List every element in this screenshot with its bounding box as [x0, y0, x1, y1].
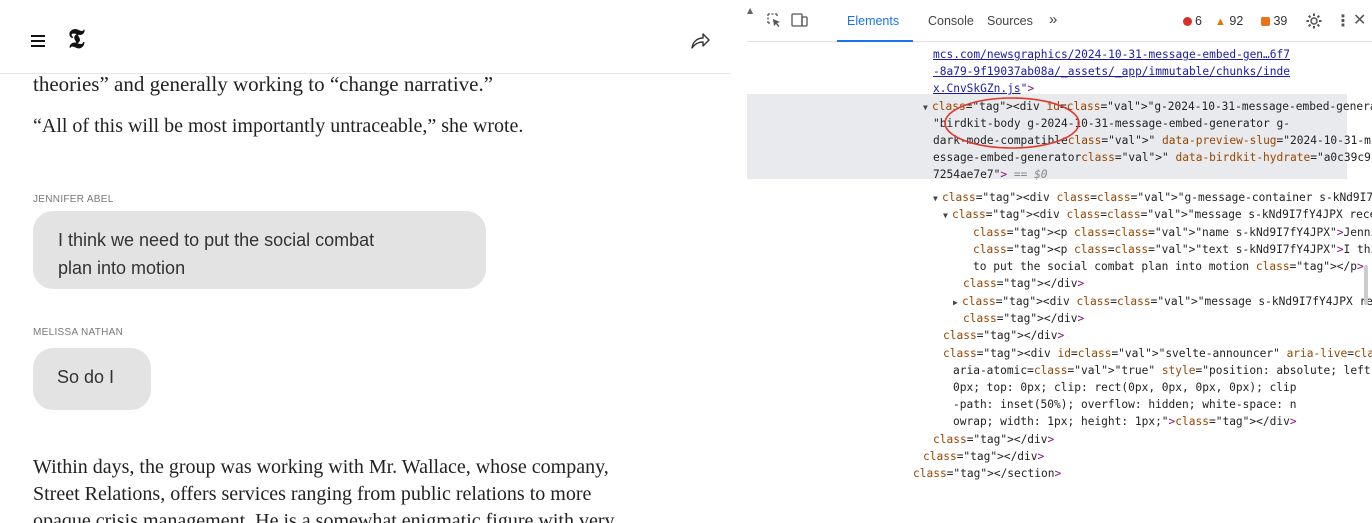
- dom-node-line[interactable]: ▼ class="tag"><div class=class="val">"mes…: [943, 206, 1372, 223]
- error-count-badge[interactable]: 6: [1183, 14, 1202, 28]
- error-count: 6: [1195, 14, 1202, 28]
- message-sender: MELISSA NATHAN: [33, 327, 124, 338]
- device-toolbar-icon[interactable]: [791, 12, 809, 28]
- tab-console[interactable]: Console: [928, 14, 974, 28]
- dom-node-line[interactable]: class="tag"></div>: [933, 431, 1054, 448]
- dom-node-line[interactable]: class="tag"><p class=class="val">"name s…: [973, 224, 1372, 241]
- message-bubble: I think we need to put the social combat…: [33, 211, 486, 289]
- dom-node-line[interactable]: class="tag"></section>: [913, 465, 1061, 482]
- issues-count-badge[interactable]: 39: [1261, 14, 1287, 28]
- article-header: 𝕿: [0, 0, 730, 74]
- message-text: So do I: [57, 367, 115, 387]
- dom-node-line[interactable]: -8a79-9f19037ab08a/_assets/_app/immutabl…: [933, 63, 1290, 80]
- tab-sources[interactable]: Sources: [987, 14, 1033, 28]
- message-bubble: So do I: [33, 348, 151, 410]
- dom-node-line[interactable]: to put the social combat plan into motio…: [973, 258, 1364, 275]
- collapse-triangle-icon: ▼: [923, 103, 928, 112]
- dom-node-line[interactable]: -path: inset(50%); overflow: hidden; whi…: [953, 396, 1297, 413]
- warning-count-badge[interactable]: ▲ 92: [1215, 14, 1243, 28]
- dom-node-line[interactable]: ▼ class="tag"><div class=class="val">"g-m…: [933, 189, 1372, 206]
- inspect-element-icon[interactable]: [766, 12, 782, 28]
- warning-count: 92: [1229, 14, 1244, 28]
- scrollbar[interactable]: [1364, 265, 1368, 305]
- dom-node-line[interactable]: ▶ class="tag"><div class=class="val">"mes…: [953, 293, 1372, 310]
- dom-node-line[interactable]: class="tag"></div>: [963, 310, 1084, 327]
- collapse-triangle-icon: ▼: [933, 194, 938, 203]
- expand-triangle-icon: ▶: [953, 298, 958, 307]
- dom-node-line[interactable]: class="tag"><div id=class="val">"svelte-…: [943, 345, 1372, 362]
- active-tab-indicator: [837, 40, 913, 42]
- message-text: I think we need to put the social combat: [58, 230, 375, 250]
- warning-icon: ▲: [1215, 16, 1226, 28]
- collapse-triangle-icon: ▼: [943, 211, 948, 220]
- dom-node-line[interactable]: 0px; top: 0px; clip: rect(0px, 0px, 0px,…: [953, 379, 1297, 396]
- close-icon[interactable]: ✕: [1353, 10, 1366, 29]
- tab-elements[interactable]: Elements: [847, 14, 899, 28]
- article-pane: 𝕿 theories” and generally working to “ch…: [0, 0, 730, 523]
- dom-node-line[interactable]: class="tag"></div>: [963, 275, 1084, 292]
- dom-node-line[interactable]: 7254ae7e7"> == $0: [933, 166, 1048, 183]
- dom-node-line[interactable]: mcs.com/newsgraphics/2024-10-31-message-…: [933, 46, 1290, 63]
- message-text: plan into motion: [58, 258, 186, 278]
- annotation-circle: [944, 97, 1080, 149]
- article-paragraph-line: Within days, the group was working with …: [33, 456, 609, 478]
- issues-icon: [1261, 17, 1270, 26]
- nyt-logo[interactable]: 𝕿: [68, 24, 85, 56]
- dom-node-line[interactable]: aria-atomic=class="val">"true" style="po…: [953, 362, 1372, 379]
- error-icon: [1183, 17, 1192, 26]
- more-tabs-icon[interactable]: »: [1049, 11, 1057, 28]
- article-paragraph-line: Street Relations, offers services rangin…: [33, 483, 592, 505]
- issues-count: 39: [1273, 14, 1288, 28]
- article-paragraph: “All of this will be most importantly un…: [33, 115, 524, 137]
- dom-node-line[interactable]: owrap; width: 1px; height: 1px;">class="…: [953, 413, 1297, 430]
- dom-node-line[interactable]: class="tag"></div>: [943, 327, 1064, 344]
- article-paragraph-line: opaque crisis management. He is a somewh…: [33, 510, 615, 523]
- dom-node-line[interactable]: class="tag"><p class=class="val">"text s…: [973, 241, 1372, 258]
- gear-icon[interactable]: [1305, 12, 1323, 30]
- dom-node-line[interactable]: class="tag"></div>: [923, 448, 1044, 465]
- kebab-menu-icon[interactable]: ⋮: [1335, 11, 1351, 30]
- share-icon[interactable]: [690, 32, 710, 50]
- dom-node-line[interactable]: essage-embed-generatorclass="val">" data…: [933, 149, 1371, 166]
- devtools-panel: ▲ Elements Console Sources » 6 ▲ 92 39 ⋮…: [747, 0, 1372, 523]
- article-paragraph: theories” and generally working to “chan…: [33, 72, 494, 96]
- message-sender: JENNIFER ABEL: [33, 194, 114, 205]
- devtools-toolbar: ▲ Elements Console Sources » 6 ▲ 92 39 ⋮…: [747, 0, 1372, 42]
- menu-icon[interactable]: [31, 35, 45, 47]
- scroll-up-icon[interactable]: ▲: [747, 6, 753, 15]
